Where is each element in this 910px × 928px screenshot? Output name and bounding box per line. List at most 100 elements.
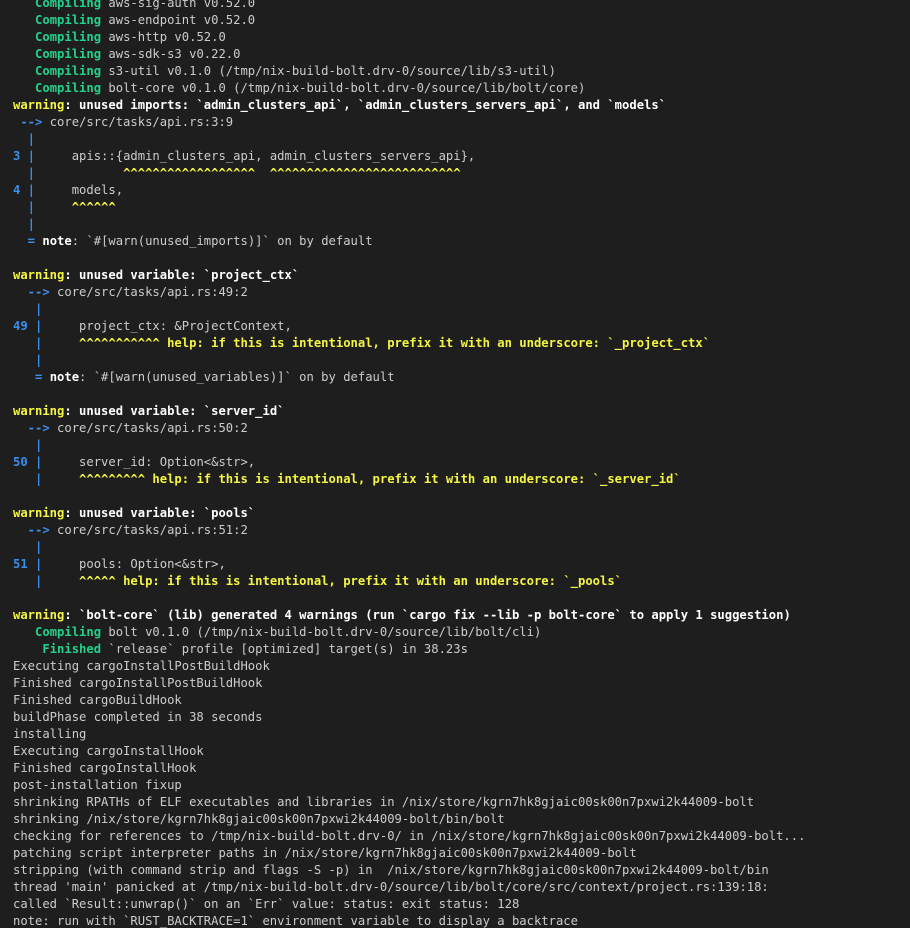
terminal-text: Compiling [35, 30, 102, 44]
terminal-line: = note: `#[warn(unused_variables)]` on b… [13, 369, 910, 386]
terminal-text: ^^^^^ help: if this is intentional, pref… [42, 574, 623, 588]
terminal-text: : `#[warn(unused_imports)]` on by defaul… [71, 234, 373, 248]
terminal-text: Compiling [35, 13, 102, 27]
terminal-output[interactable]: Compiling aws-sig-auth v0.52.0 Compiling… [0, 0, 910, 928]
terminal-text: Compiling [35, 47, 102, 61]
terminal-line: | ^^^^^^^^^^^ help: if this is intention… [13, 335, 910, 352]
terminal-text: | [13, 132, 36, 146]
terminal-line: = note: `#[warn(unused_imports)]` on by … [13, 233, 910, 250]
terminal-text: warning [13, 98, 65, 112]
terminal-line: Executing cargoInstallHook [13, 743, 910, 760]
terminal-line: Finished `release` profile [optimized] t… [13, 641, 910, 658]
terminal-line: | ^^^^^^^^^^^^^^^^^^ ^^^^^^^^^^^^^^^^^^^… [13, 165, 910, 182]
terminal-text: ^^^^^^ [35, 200, 116, 214]
terminal-text: : `#[warn(unused_variables)]` on by defa… [79, 370, 395, 384]
terminal-text: | [13, 472, 43, 486]
terminal-text: bolt-core v0.1.0 (/tmp/nix-build-bolt.dr… [101, 81, 586, 95]
terminal-text: models, [35, 183, 124, 197]
terminal-line: patching script interpreter paths in /ni… [13, 845, 910, 862]
terminal-text: --> [13, 421, 58, 435]
terminal-line: Compiling aws-endpoint v0.52.0 [13, 12, 910, 29]
terminal-line: 50 | server_id: Option<&str>, [13, 454, 910, 471]
terminal-text: thread 'main' panicked at /tmp/nix-build… [13, 880, 769, 894]
terminal-text: ^^^^^^^^^^^^^^^^^^ ^^^^^^^^^^^^^^^^^^^^^… [35, 166, 461, 180]
terminal-line: warning: unused variable: `server_id` [13, 403, 910, 420]
terminal-text: note: run with `RUST_BACKTRACE=1` enviro… [13, 914, 578, 928]
terminal-text: 4 | [13, 183, 36, 197]
terminal-text: warning [13, 506, 65, 520]
terminal-text: ^^^^^^^^^^^ help: if this is intentional… [42, 336, 711, 350]
terminal-line: | [13, 216, 910, 233]
terminal-text: aws-endpoint v0.52.0 [101, 13, 256, 27]
terminal-line: | [13, 131, 910, 148]
terminal-line: | [13, 352, 910, 369]
terminal-line: | [13, 301, 910, 318]
terminal-line: | [13, 437, 910, 454]
terminal-text: 49 | [13, 319, 43, 333]
terminal-text: aws-http v0.52.0 [101, 30, 226, 44]
terminal-text: 3 | [13, 149, 36, 163]
terminal-text: called `Result::unwrap()` on an `Err` va… [13, 897, 520, 911]
terminal-line: buildPhase completed in 38 seconds [13, 709, 910, 726]
terminal-line: --> core/src/tasks/api.rs:3:9 [13, 114, 910, 131]
terminal-text: = [13, 370, 50, 384]
terminal-text: | [13, 166, 36, 180]
terminal-line: | ^^^^^^ [13, 199, 910, 216]
terminal-line: --> core/src/tasks/api.rs:49:2 [13, 284, 910, 301]
terminal-text: --> [13, 285, 58, 299]
terminal-line: 49 | project_ctx: &ProjectContext, [13, 318, 910, 335]
terminal-text: 51 | [13, 557, 43, 571]
terminal-text: = [13, 234, 43, 248]
terminal-line: installing [13, 726, 910, 743]
terminal-line: Compiling aws-http v0.52.0 [13, 29, 910, 46]
terminal-text: stripping (with command strip and flags … [13, 863, 769, 877]
terminal-line: checking for references to /tmp/nix-buil… [13, 828, 910, 845]
terminal-text: | [13, 200, 36, 214]
terminal-line: shrinking RPATHs of ELF executables and … [13, 794, 910, 811]
terminal-text: Compiling [35, 81, 102, 95]
terminal-text: Finished cargoInstallPostBuildHook [13, 676, 263, 690]
terminal-line: Executing cargoInstallPostBuildHook [13, 658, 910, 675]
terminal-text: | [13, 353, 43, 367]
terminal-line: warning: unused variable: `project_ctx` [13, 267, 910, 284]
terminal-text: | [13, 438, 43, 452]
terminal-line: warning: unused imports: `admin_clusters… [13, 97, 910, 114]
terminal-text: Compiling [35, 625, 102, 639]
terminal-text: : unused imports: `admin_clusters_api`, … [64, 98, 667, 112]
terminal-line: 51 | pools: Option<&str>, [13, 556, 910, 573]
terminal-text: note [49, 370, 80, 384]
terminal-text: s3-util v0.1.0 (/tmp/nix-build-bolt.drv-… [101, 64, 556, 78]
terminal-text: apis::{admin_clusters_api, admin_cluster… [35, 149, 476, 163]
terminal-text: patching script interpreter paths in /ni… [13, 846, 637, 860]
terminal-text: : unused variable: `server_id` [64, 404, 285, 418]
terminal-line: post-installation fixup [13, 777, 910, 794]
terminal-text: | [13, 217, 36, 231]
terminal-line: Compiling bolt-core v0.1.0 (/tmp/nix-bui… [13, 80, 910, 97]
terminal-line: 4 | models, [13, 182, 910, 199]
terminal-line: Compiling aws-sig-auth v0.52.0 [13, 0, 910, 12]
terminal-line: Finished cargoInstallHook [13, 760, 910, 777]
terminal-text: shrinking RPATHs of ELF executables and … [13, 795, 755, 809]
terminal-text: | [13, 336, 43, 350]
terminal-line: note: run with `RUST_BACKTRACE=1` enviro… [13, 913, 910, 928]
terminal-text: Executing cargoInstallHook [13, 744, 204, 758]
terminal-line: | [13, 539, 910, 556]
terminal-line: warning: unused variable: `pools` [13, 505, 910, 522]
terminal-text: Finished cargoBuildHook [13, 693, 182, 707]
terminal-text: | [13, 302, 43, 316]
terminal-text: post-installation fixup [13, 778, 182, 792]
terminal-line: Compiling aws-sdk-s3 v0.22.0 [13, 46, 910, 63]
terminal-text: 50 | [13, 455, 43, 469]
terminal-text: : unused variable: `project_ctx` [64, 268, 300, 282]
terminal-text: ^^^^^^^^^ help: if this is intentional, … [42, 472, 681, 486]
terminal-line: | ^^^^^ help: if this is intentional, pr… [13, 573, 910, 590]
terminal-line: --> core/src/tasks/api.rs:51:2 [13, 522, 910, 539]
terminal-text: checking for references to /tmp/nix-buil… [13, 829, 806, 843]
terminal-line: thread 'main' panicked at /tmp/nix-build… [13, 879, 910, 896]
